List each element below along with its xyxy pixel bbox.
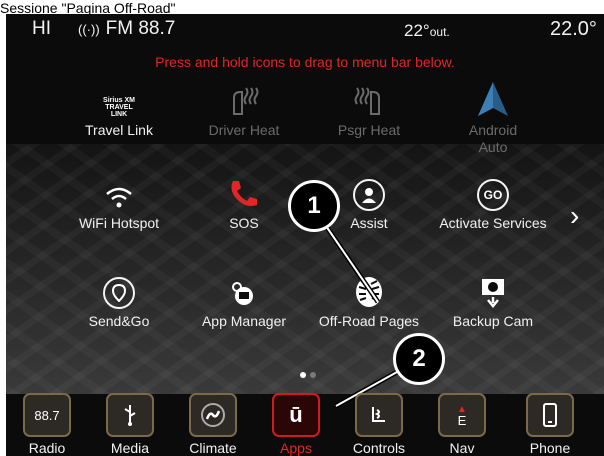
- menu-label: Radio: [28, 440, 66, 456]
- climate-icon: [189, 393, 237, 437]
- callout-1: 1: [288, 180, 340, 232]
- menu-apps[interactable]: ū Apps: [266, 387, 326, 456]
- controls-icon: [355, 393, 403, 437]
- compass-letter: E: [457, 413, 467, 428]
- radio-icon: 88.7: [23, 393, 71, 437]
- menu-label: Media: [110, 440, 150, 456]
- menu-phone[interactable]: Phone: [520, 387, 580, 456]
- menu-label: Climate: [189, 440, 237, 456]
- usb-icon: [106, 393, 154, 437]
- menu-label: Nav: [449, 440, 475, 456]
- menu-label: Phone: [529, 440, 571, 456]
- menu-bar: 88.7 Radio Media Climate ū Apps Controls: [6, 387, 604, 456]
- menu-media[interactable]: Media: [100, 387, 160, 456]
- menu-nav[interactable]: ▲ E Nav: [432, 387, 492, 456]
- phone-icon: [526, 393, 574, 437]
- infotainment-screen: HI ((·)) FM 88.7 22°out. 22.0° Press and…: [6, 14, 604, 456]
- menu-controls[interactable]: Controls: [349, 387, 409, 456]
- menu-label: Apps: [280, 440, 312, 456]
- apps-icon: ū: [272, 393, 320, 437]
- menu-radio[interactable]: 88.7 Radio: [17, 387, 77, 456]
- callout-2: 2: [393, 333, 445, 385]
- menu-climate[interactable]: Climate: [183, 387, 243, 456]
- nav-compass-icon: ▲ E: [438, 393, 486, 437]
- menu-label: Controls: [352, 440, 406, 456]
